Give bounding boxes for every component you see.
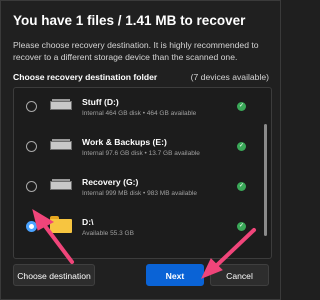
dialog-title: You have 1 files / 1.41 MB to recover: [13, 13, 246, 28]
destination-detail: Internal 999 MB disk • 983 MB available: [82, 190, 198, 197]
cancel-button[interactable]: Cancel: [210, 264, 269, 286]
destination-item-g[interactable]: Recovery (G:) Internal 999 MB disk • 983…: [14, 168, 262, 208]
destination-name: Work & Backups (E:): [82, 137, 167, 147]
check-icon: ✓: [237, 142, 246, 151]
destination-name: Stuff (D:): [82, 97, 119, 107]
destination-name: D:\: [82, 217, 94, 227]
list-scrollbar[interactable]: [264, 124, 267, 236]
check-icon: ✓: [237, 182, 246, 191]
destination-detail: Available 55.3 GB: [82, 230, 134, 237]
destination-item-e[interactable]: Work & Backups (E:) Internal 97.6 GB dis…: [14, 128, 262, 168]
destination-detail: Internal 464 GB disk • 464 GB available: [82, 110, 197, 117]
check-icon: ✓: [237, 222, 246, 231]
check-icon: ✓: [237, 102, 246, 111]
radio-button[interactable]: [26, 101, 37, 112]
destination-detail: Internal 97.6 GB disk • 13.7 GB availabl…: [82, 150, 200, 157]
radio-button[interactable]: [26, 141, 37, 152]
choose-destination-button[interactable]: Choose destination: [13, 264, 95, 286]
hard-drive-icon: [50, 99, 72, 111]
hard-drive-icon: [50, 139, 72, 151]
destination-subheading: Choose recovery destination folder: [13, 72, 158, 82]
device-count: (7 devices available): [190, 72, 269, 82]
radio-button[interactable]: [26, 181, 37, 192]
radio-button-selected[interactable]: [26, 221, 37, 232]
destination-item-folder[interactable]: D:\ Available 55.3 GB ✓: [14, 208, 262, 248]
dialog-description: Please choose recovery destination. It i…: [13, 40, 259, 62]
destination-name: Recovery (G:): [82, 177, 139, 187]
destination-list[interactable]: Stuff (D:) Internal 464 GB disk • 464 GB…: [13, 87, 272, 259]
next-button[interactable]: Next: [146, 264, 204, 286]
folder-icon: [50, 216, 72, 233]
destination-item-d[interactable]: Stuff (D:) Internal 464 GB disk • 464 GB…: [14, 88, 262, 128]
recovery-dialog: You have 1 files / 1.41 MB to recover Pl…: [0, 0, 281, 300]
hard-drive-icon: [50, 179, 72, 191]
